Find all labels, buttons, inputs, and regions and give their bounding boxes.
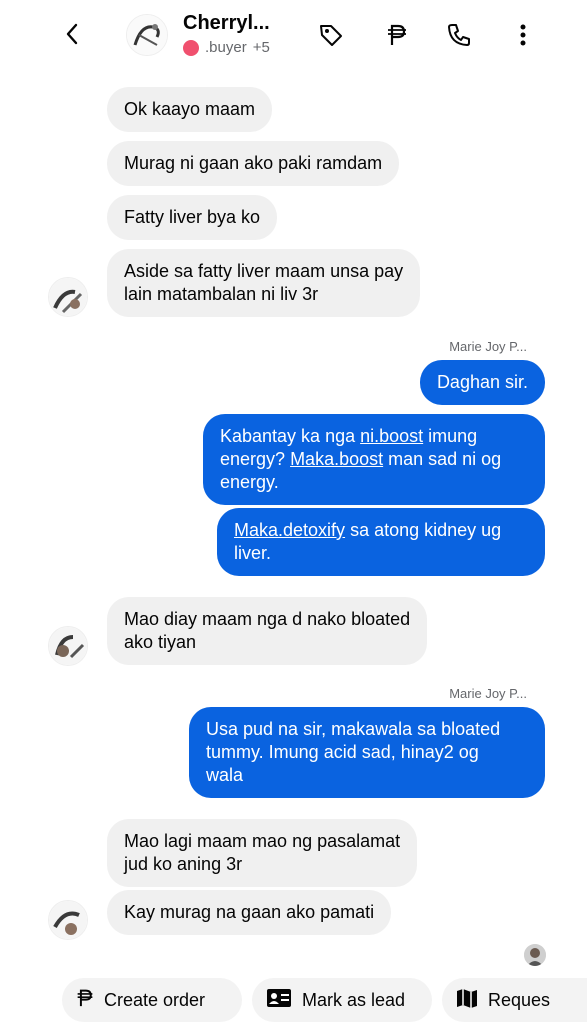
- outgoing-message[interactable]: Usa pud na sir, makawala sa bloated tumm…: [189, 707, 545, 798]
- map-icon: [456, 987, 478, 1014]
- sender-avatar[interactable]: [48, 900, 88, 940]
- incoming-message[interactable]: Kay murag na gaan ako pamati: [107, 890, 392, 935]
- contact-tag-row: .buyer +5: [183, 39, 270, 56]
- sender-name: Marie Joy P...: [449, 686, 527, 701]
- mark-as-lead-label: Mark as lead: [302, 989, 406, 1010]
- message-text: man sad ni og: [383, 449, 502, 469]
- outgoing-message[interactable]: Kabantay ka nga ni.boost imung energy? M…: [203, 414, 545, 505]
- message-text: sa atong kidney ug: [345, 520, 502, 540]
- message-line: Usa pud na sir, makawala sa bloated: [206, 719, 501, 739]
- message-line: wala: [206, 765, 244, 785]
- contact-tag-extra: +5: [252, 39, 270, 56]
- contact-card-icon: [266, 988, 292, 1013]
- incoming-message[interactable]: Aside sa fatty liver maam unsa pay lain …: [107, 249, 421, 317]
- incoming-message[interactable]: Mao lagi maam mao ng pasalamat jud ko an…: [107, 819, 418, 887]
- message-link[interactable]: Maka.detoxify: [234, 520, 345, 540]
- request-label: Reques: [488, 989, 551, 1010]
- quick-actions-bar: Create order Mark as lead Reques: [0, 972, 587, 1024]
- message-text: imung: [423, 426, 478, 446]
- incoming-message[interactable]: Ok kaayo maam: [107, 87, 273, 132]
- tag-icon[interactable]: [316, 20, 346, 50]
- message-text: energy?: [220, 449, 291, 469]
- message-link[interactable]: Maka.boost: [290, 449, 383, 469]
- incoming-message[interactable]: Fatty liver bya ko: [107, 195, 278, 240]
- request-button[interactable]: Reques: [442, 978, 587, 1022]
- contact-tag: .buyer: [205, 39, 247, 56]
- sender-name: Marie Joy P...: [449, 339, 527, 354]
- peso-icon: [76, 988, 94, 1013]
- outgoing-message[interactable]: Daghan sir.: [419, 360, 545, 405]
- incoming-message[interactable]: Murag ni gaan ako paki ramdam: [107, 141, 400, 186]
- outgoing-message[interactable]: Maka.detoxify sa atong kidney ug liver.: [217, 508, 545, 576]
- peso-icon[interactable]: [382, 20, 412, 50]
- mark-as-lead-button[interactable]: Mark as lead: [252, 978, 432, 1022]
- message-line: Mao lagi maam mao ng pasalamat: [124, 831, 401, 851]
- sender-avatar[interactable]: [48, 277, 88, 317]
- phone-icon[interactable]: [444, 20, 474, 50]
- create-order-button[interactable]: Create order: [62, 978, 242, 1022]
- message-line: Aside sa fatty liver maam unsa pay: [124, 261, 404, 281]
- message-text: Kabantay ka nga: [220, 426, 361, 446]
- incoming-message[interactable]: Mao diay maam nga d nako bloated ako tiy…: [107, 597, 428, 665]
- more-vertical-icon[interactable]: [508, 20, 538, 50]
- contact-avatar[interactable]: [126, 14, 168, 56]
- message-line: ako tiyan: [124, 632, 197, 652]
- contact-name[interactable]: Cherryl...: [183, 12, 270, 35]
- status-dot: [183, 39, 199, 56]
- chat-header: Cherryl... .buyer +5: [0, 0, 587, 70]
- message-line: Mao diay maam nga d nako bloated: [124, 609, 411, 629]
- message-line: lain matambalan ni liv 3r: [124, 284, 319, 304]
- message-link[interactable]: ni.boost: [360, 426, 423, 446]
- message-line: jud ko aning 3r: [124, 854, 243, 874]
- message-text: energy.: [220, 472, 279, 492]
- message-line: tummy. Imung acid sad, hinay2 og: [206, 742, 479, 762]
- seen-indicator-avatar: [524, 944, 546, 966]
- create-order-label: Create order: [104, 989, 206, 1010]
- sender-avatar[interactable]: [48, 626, 88, 666]
- message-text: liver.: [234, 543, 272, 563]
- back-chevron-icon[interactable]: [56, 18, 88, 50]
